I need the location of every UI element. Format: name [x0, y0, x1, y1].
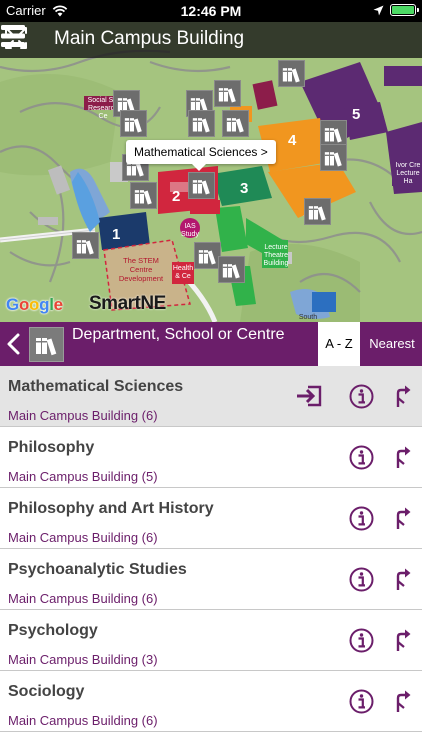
building-label: The STEM Centre Development: [118, 256, 164, 283]
books-glyph: [308, 206, 326, 221]
list-item[interactable]: Psychology Main Campus Building (3): [0, 610, 422, 671]
building-label: South: [298, 314, 318, 321]
department-marker[interactable]: [304, 198, 331, 225]
info-icon[interactable]: [349, 567, 374, 592]
list-item[interactable]: Psychoanalytic Studies Main Campus Build…: [0, 549, 422, 610]
department-marker[interactable]: [218, 256, 245, 283]
books-glyph: [124, 118, 142, 133]
smartne-logo: SmartNE: [89, 293, 166, 314]
department-marker[interactable]: [320, 144, 347, 171]
books-glyph: [324, 128, 342, 143]
campus-map[interactable]: 1 2 3 4 5 Social Sci Research Ce The STE…: [0, 22, 422, 322]
department-marker[interactable]: [214, 80, 241, 107]
battery-icon: [390, 4, 419, 16]
books-glyph: [218, 88, 236, 103]
department-location: Main Campus Building (6): [8, 408, 158, 423]
menu-icon[interactable]: [0, 22, 26, 50]
books-icon: [29, 327, 64, 362]
books-glyph: [192, 180, 210, 195]
department-location: Main Campus Building (5): [8, 469, 158, 484]
info-icon[interactable]: [349, 628, 374, 653]
list-item[interactable]: Philosophy and Art History Main Campus B…: [0, 488, 422, 549]
books-glyph: [282, 68, 300, 83]
list-item[interactable]: Sociology Main Campus Building (6): [0, 671, 422, 732]
department-marker[interactable]: [194, 242, 221, 269]
sort-az-button[interactable]: A - Z: [318, 322, 360, 366]
books-glyph: [222, 264, 240, 279]
zone-label: 4: [288, 132, 297, 149]
directions-icon[interactable]: [391, 628, 413, 652]
info-icon[interactable]: [349, 506, 374, 531]
department-marker[interactable]: [120, 110, 147, 137]
status-time: 12:46 PM: [180, 3, 242, 19]
status-right: [373, 4, 419, 16]
department-list: Mathematical Sciences Main Campus Buildi…: [0, 366, 422, 732]
list-item[interactable]: Philosophy Main Campus Building (5): [0, 427, 422, 488]
info-icon[interactable]: [349, 445, 374, 470]
building-label: Lecture Theatre Building: [263, 244, 289, 267]
department-name: Mathematical Sciences: [8, 378, 184, 395]
books-glyph: [226, 118, 244, 133]
location-arrow-icon: [373, 5, 384, 15]
zone-label: 3: [240, 180, 249, 197]
directions-icon[interactable]: [391, 384, 413, 408]
department-location: Main Campus Building (6): [8, 713, 158, 728]
zone-label: 1: [112, 226, 121, 243]
zone-label: 2: [172, 188, 181, 205]
department-marker[interactable]: [72, 232, 99, 259]
directions-icon[interactable]: [391, 567, 413, 591]
map-title: Main Campus Building: [54, 28, 245, 49]
books-glyph: [192, 118, 210, 133]
sort-nearest-button[interactable]: Nearest: [362, 322, 422, 366]
building-label: Health & Ce: [172, 265, 194, 280]
filter-bar: Department, School or Centre A - Z Neare…: [0, 322, 422, 366]
status-bar: Carrier 12:46 PM: [0, 0, 422, 22]
info-icon[interactable]: [349, 689, 374, 714]
google-logo: Google: [6, 295, 63, 314]
department-location: Main Campus Building (6): [8, 591, 158, 606]
department-marker[interactable]: [188, 172, 215, 199]
books-glyph: [324, 152, 342, 167]
department-name: Psychoanalytic Studies: [8, 561, 187, 578]
directions-icon[interactable]: [391, 445, 413, 469]
enter-icon[interactable]: [296, 385, 322, 407]
zone-label: 5: [352, 106, 361, 123]
books-glyph: [198, 250, 216, 265]
building-label: IAS Study: [181, 223, 199, 238]
books-glyph: [36, 338, 57, 356]
filter-label: Department, School or Centre: [72, 326, 285, 343]
directions-icon[interactable]: [391, 506, 413, 530]
department-name: Sociology: [8, 683, 85, 700]
chevron-left-icon[interactable]: [4, 331, 24, 357]
map-header: Main Campus Building: [0, 22, 422, 58]
department-location: Main Campus Building (6): [8, 530, 158, 545]
department-marker[interactable]: [222, 110, 249, 137]
building-label: Ivor Cre Lecture Ha: [395, 162, 421, 185]
department-name: Psychology: [8, 622, 98, 639]
battery-fill: [392, 6, 414, 14]
department-marker[interactable]: [278, 60, 305, 87]
department-marker[interactable]: [188, 110, 215, 137]
map-callout[interactable]: Mathematical Sciences >: [126, 140, 276, 171]
department-name: Philosophy: [8, 439, 95, 456]
department-location: Main Campus Building (3): [8, 652, 158, 667]
books-glyph: [134, 190, 152, 205]
books-glyph: [76, 240, 94, 255]
department-marker[interactable]: [130, 182, 157, 209]
list-item[interactable]: Mathematical Sciences Main Campus Buildi…: [0, 366, 422, 427]
directions-icon[interactable]: [391, 689, 413, 713]
info-icon[interactable]: [349, 384, 374, 409]
department-name: Philosophy and Art History: [8, 500, 214, 517]
department-marker[interactable]: [320, 120, 347, 147]
